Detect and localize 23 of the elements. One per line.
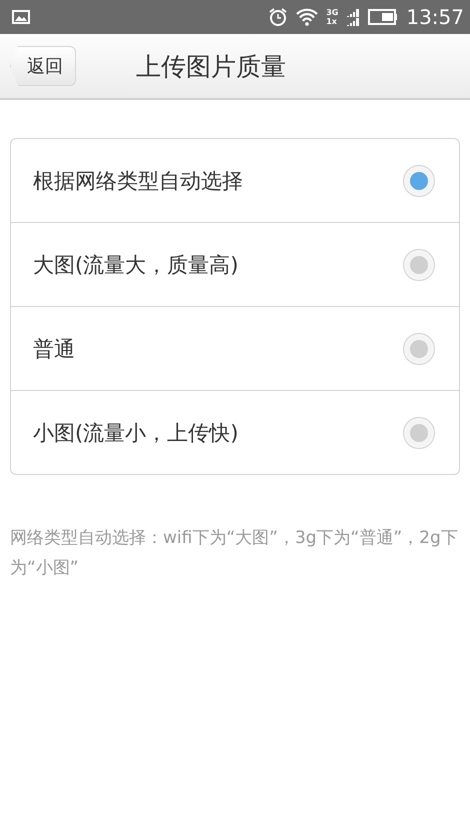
radio-button[interactable] [403, 416, 435, 448]
signal-icon [346, 8, 360, 26]
radio-button[interactable] [403, 332, 435, 364]
radio-button[interactable] [403, 248, 435, 280]
image-icon [12, 10, 30, 24]
option-row[interactable]: 普通 [11, 306, 459, 390]
option-row[interactable]: 根据网络类型自动选择 [11, 139, 459, 222]
network-type-label: 3G [326, 8, 338, 17]
battery-icon [368, 9, 398, 25]
note-text: 网络类型自动选择：wifi下为“大图”，3g下为“普通”，2g下为“小图” [10, 527, 459, 580]
network-type-label: 1x [326, 17, 338, 26]
option-row[interactable]: 大图(流量大，质量高) [11, 222, 459, 306]
back-button[interactable]: 返回 [10, 46, 76, 86]
radio-button[interactable] [403, 164, 435, 196]
wifi-icon [296, 8, 318, 26]
option-label: 普通 [33, 336, 75, 362]
option-row[interactable]: 小图(流量小，上传快) [11, 390, 459, 474]
option-label: 小图(流量小，上传快) [33, 420, 238, 446]
clock-time: 13:57 [406, 5, 464, 29]
option-label: 根据网络类型自动选择 [33, 168, 243, 194]
option-label: 大图(流量大，质量高) [33, 252, 238, 278]
alarm-icon [268, 7, 288, 27]
page-title: 上传图片质量 [136, 50, 286, 82]
